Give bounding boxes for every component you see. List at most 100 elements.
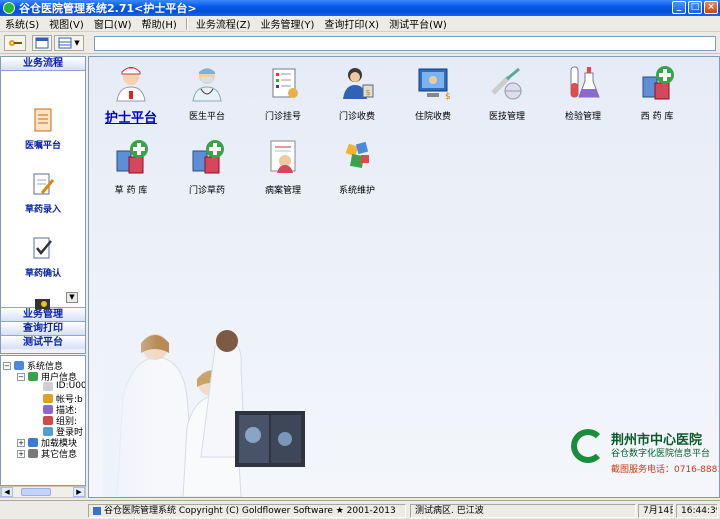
- chevron-down-icon: ▼: [74, 39, 80, 47]
- expand-icon: +: [17, 438, 25, 447]
- lab-icon: [563, 63, 603, 103]
- menu-business-management[interactable]: 业务管理(Y): [256, 16, 320, 31]
- module-doctor-platform[interactable]: 医生平台: [169, 63, 245, 122]
- address-input[interactable]: [94, 36, 716, 51]
- module-label: 护士平台: [104, 111, 157, 126]
- module-icon: [28, 438, 38, 447]
- menu-business-flow[interactable]: 业务流程(Z): [191, 16, 256, 31]
- hospital-logo-icon: [571, 429, 605, 463]
- menu-view[interactable]: 视图(V): [44, 16, 89, 31]
- module-inpatient-billing[interactable]: $ 住院收费: [395, 63, 471, 122]
- doctor-icon: [187, 63, 227, 103]
- tree-node-other-info[interactable]: + 其它信息: [17, 447, 77, 460]
- expand-icon: +: [17, 449, 25, 458]
- medical-staff-illustration: [103, 327, 323, 497]
- scroll-right-icon[interactable]: ▶: [73, 487, 85, 497]
- menu-query-print[interactable]: 查询打印(X): [319, 16, 384, 31]
- app-icon: [3, 2, 15, 14]
- key-icon: [9, 40, 22, 46]
- module-medical-tech[interactable]: 医技管理: [469, 63, 545, 122]
- tree-horizontal-scrollbar[interactable]: ◀ ▶: [0, 486, 86, 498]
- medical-records-icon: [263, 137, 303, 177]
- nav-section-business-flow[interactable]: 业务流程: [1, 57, 85, 71]
- left-nav-panel: 业务流程 医嘱平台 草药录入 草药确认 ▼ 业务管理 查询打印 测试平台: [0, 56, 86, 354]
- module-nurse-platform[interactable]: 护士平台: [93, 63, 169, 126]
- module-system-maintenance[interactable]: 系统维护: [319, 137, 395, 196]
- svg-text:$: $: [445, 92, 451, 102]
- tree-node-label: 其它信息: [41, 450, 78, 460]
- users-icon: [28, 372, 38, 381]
- status-bar: 谷仓医院管理系统 Copyright (C) Goldflower Softwa…: [0, 500, 720, 519]
- menu-window[interactable]: 窗口(W): [89, 16, 137, 31]
- menu-test-platform[interactable]: 测试平台(W): [384, 16, 452, 31]
- module-lab-management[interactable]: 检验管理: [545, 63, 621, 122]
- confirm-document-icon: [30, 235, 56, 261]
- tree-node-label: ID:U00: [56, 381, 86, 391]
- window-title: 谷仓医院管理系统2.71<护士平台>: [19, 2, 197, 15]
- nav-item-order-platform[interactable]: 医嘱平台: [1, 107, 85, 151]
- status-date: 7月14日: [638, 504, 674, 518]
- cashier-icon: $: [337, 63, 377, 103]
- module-herbal-pharmacy[interactable]: 草 药 库: [93, 137, 169, 196]
- group-icon: [43, 416, 53, 425]
- nav-item-label: 草药确认: [24, 269, 61, 279]
- collapse-icon: −: [17, 372, 25, 381]
- outpatient-herbal-icon: [187, 137, 227, 177]
- nav-item-label: 医嘱平台: [24, 141, 61, 151]
- nav-section-query-print[interactable]: 查询打印: [1, 321, 85, 335]
- status-icon: [93, 506, 101, 515]
- toolbar: ▼: [0, 32, 720, 54]
- clock-icon: [43, 427, 53, 436]
- windows-icon: [35, 37, 49, 49]
- module-workspace: 护士平台 医生平台 门诊挂号 $ 门诊收费 $ 住院收费 医技管理 检验管理 西…: [88, 56, 720, 498]
- module-label: 检验管理: [564, 112, 601, 122]
- scroll-left-icon[interactable]: ◀: [1, 487, 13, 497]
- menu-bar: 系统(S) 视图(V) 窗口(W) 帮助(H) 业务流程(Z) 业务管理(Y) …: [0, 16, 720, 32]
- tree-node-user-id[interactable]: ID:U00: [43, 381, 86, 391]
- nav-item-herbal-confirm[interactable]: 草药确认: [1, 235, 85, 279]
- nav-item-herbal-entry[interactable]: 草药录入: [1, 171, 85, 215]
- module-medical-records[interactable]: 病案管理: [245, 137, 321, 196]
- flag-icon: [30, 297, 56, 323]
- module-outpatient-herbal[interactable]: 门诊草药: [169, 137, 245, 196]
- scroll-thumb[interactable]: [21, 488, 51, 496]
- module-label: 住院收费: [414, 112, 451, 122]
- account-icon: [43, 394, 53, 403]
- menu-system[interactable]: 系统(S): [0, 16, 44, 31]
- computer-icon: [14, 361, 24, 370]
- nav-section-test-platform[interactable]: 测试平台: [1, 335, 85, 349]
- collapse-icon: −: [3, 361, 11, 370]
- title-bar: 谷仓医院管理系统2.71<护士平台> _ □ ×: [0, 0, 720, 16]
- status-copyright: 谷仓医院管理系统 Copyright (C) Goldflower Softwa…: [88, 504, 406, 518]
- info-icon: [28, 449, 38, 458]
- registration-icon: [263, 63, 303, 103]
- close-button[interactable]: ×: [704, 1, 718, 14]
- module-western-pharmacy[interactable]: 西 药 库: [619, 63, 695, 122]
- menu-separator: [185, 17, 187, 30]
- module-outpatient-cashier[interactable]: $ 门诊收费: [319, 63, 395, 122]
- layout-dropdown[interactable]: ▼: [54, 35, 84, 51]
- inpatient-billing-icon: $: [413, 63, 453, 103]
- module-label: 系统维护: [338, 186, 375, 196]
- maximize-button[interactable]: □: [688, 1, 702, 14]
- menu-help[interactable]: 帮助(H): [137, 16, 182, 31]
- herbal-pharmacy-icon: [111, 137, 151, 177]
- status-copyright-text: 谷仓医院管理系统 Copyright (C) Goldflower Softwa…: [104, 506, 396, 516]
- medical-tech-icon: [487, 63, 527, 103]
- description-icon: [43, 405, 53, 414]
- window-list-button[interactable]: [32, 35, 52, 51]
- system-maintenance-icon: [337, 137, 377, 177]
- status-time: 16:44:39: [676, 504, 718, 518]
- module-label: 病案管理: [264, 186, 301, 196]
- status-ward: 测试病区. 巴江波: [410, 504, 636, 518]
- module-outpatient-registration[interactable]: 门诊挂号: [245, 63, 321, 122]
- module-label: 门诊挂号: [264, 112, 301, 122]
- id-icon: [43, 381, 53, 391]
- module-label: 医生平台: [188, 112, 225, 122]
- user-key-button[interactable]: [4, 35, 26, 51]
- minimize-button[interactable]: _: [672, 1, 686, 14]
- nav-scroll-down-button[interactable]: ▼: [66, 292, 78, 303]
- nav-body: 医嘱平台 草药录入 草药确认 ▼: [1, 71, 85, 309]
- service-phone: 截图服务电话：0716-8881888: [611, 465, 719, 475]
- layout-icon: [58, 37, 72, 49]
